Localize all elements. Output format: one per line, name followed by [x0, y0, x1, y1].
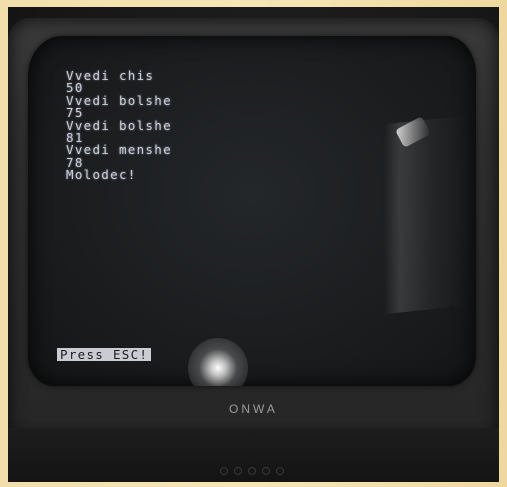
monitor-brand-logo: ONWA	[229, 402, 278, 416]
terminal-line: Molodec!	[66, 167, 137, 183]
control-knob	[262, 467, 270, 475]
control-knob	[248, 467, 256, 475]
control-knob	[220, 467, 228, 475]
monitor-controls	[220, 462, 360, 480]
terminal-output: Vvedi chis 50 Vvedi bolshe 75 Vvedi bols…	[66, 69, 172, 183]
press-esc-prompt: Press ESC!	[57, 348, 152, 361]
window-reflection	[384, 115, 464, 315]
control-knob	[276, 467, 284, 475]
camera-flash-glare	[188, 338, 248, 386]
control-knob	[234, 467, 242, 475]
photo: Vvedi chis 50 Vvedi bolshe 75 Vvedi bols…	[0, 0, 507, 487]
